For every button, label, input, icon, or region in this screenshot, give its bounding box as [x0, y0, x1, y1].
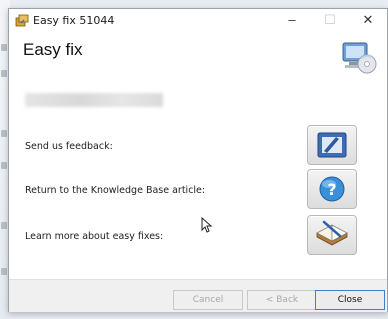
background-mark — [1, 268, 7, 275]
svg-text:?: ? — [327, 180, 336, 199]
knowledge-base-button[interactable]: ? — [307, 169, 357, 209]
feedback-icon — [317, 132, 347, 158]
close-button[interactable]: Close — [315, 290, 385, 310]
help-icon: ? — [319, 176, 345, 202]
cancel-button[interactable]: Cancel — [173, 290, 243, 310]
app-icon — [15, 14, 29, 27]
close-window-button[interactable]: ✕ — [349, 9, 387, 33]
feedback-button[interactable] — [307, 125, 357, 165]
back-button[interactable]: < Back — [247, 290, 317, 310]
maximize-button[interactable]: ☐ — [311, 9, 349, 33]
learn-more-label: Learn more about easy fixes: — [25, 231, 164, 242]
knowledge-base-label: Return to the Knowledge Base article: — [25, 185, 206, 196]
background-mark — [1, 70, 7, 77]
computer-cd-icon — [342, 42, 377, 74]
easy-fix-window: Easy fix 51044 – ☐ ✕ Easy fix Send us fe… — [8, 8, 388, 312]
page-title: Easy fix — [23, 40, 83, 59]
background-mark — [1, 44, 7, 51]
background-mark — [1, 130, 7, 137]
book-icon — [316, 220, 348, 246]
title-bar[interactable]: Easy fix 51044 – ☐ ✕ — [9, 9, 387, 33]
mouse-cursor-icon — [201, 217, 213, 233]
redacted-text — [25, 93, 163, 107]
window-title: Easy fix 51044 — [33, 14, 115, 27]
learn-more-button[interactable] — [307, 215, 357, 255]
feedback-label: Send us feedback: — [25, 141, 113, 152]
background-mark — [1, 222, 7, 229]
button-bar: Cancel < Back Close — [9, 279, 387, 312]
minimize-button[interactable]: – — [273, 9, 311, 33]
background-mark — [1, 162, 7, 169]
